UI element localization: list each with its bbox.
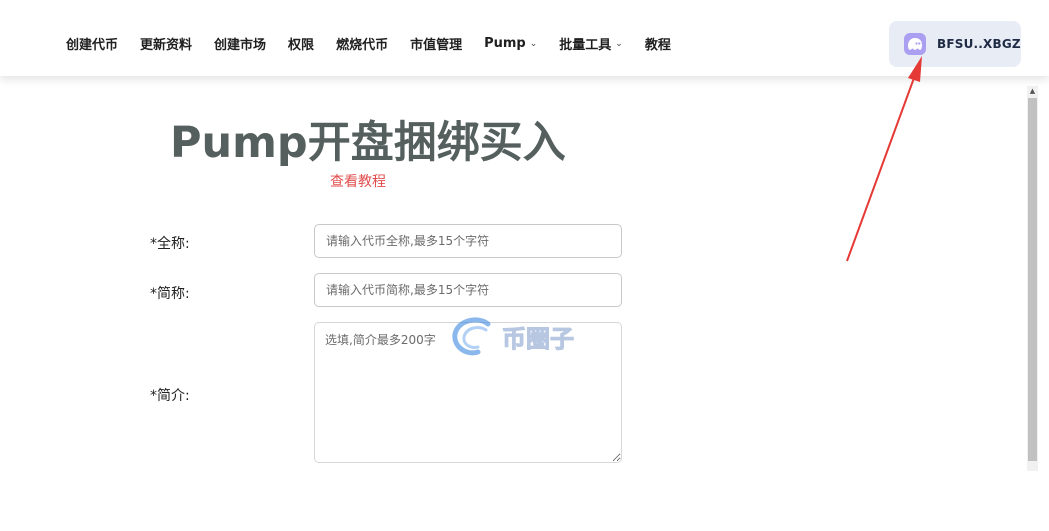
nav-item-permissions[interactable]: 权限 <box>288 34 314 53</box>
full-name-input[interactable] <box>314 224 622 258</box>
nav-item-label: 创建代币 <box>66 38 119 53</box>
circle-logo-icon <box>452 317 491 356</box>
description-label: *简介: <box>150 388 190 404</box>
nav-item-pump[interactable]: Pump ⌄ <box>484 36 537 51</box>
nav-item-batch-tools[interactable]: 批量工具 ⌄ <box>559 34 623 53</box>
nav-item-market-cap[interactable]: 市值管理 <box>410 34 462 53</box>
full-name-label: *全称: <box>150 236 190 252</box>
phantom-ghost-icon <box>904 33 926 55</box>
nav-item-label: 市值管理 <box>410 38 463 53</box>
nav-item-label: 权限 <box>288 38 315 53</box>
page-title: Pump开盘捆绑买入 <box>170 118 566 168</box>
nav-item-label: Pump <box>484 36 526 51</box>
main-nav: 创建代币 更新资料 创建市场 权限 燃烧代币 市值管理 Pump ⌄ 批量工具 ⌄ … <box>66 34 693 53</box>
watermark-text: 币圈子 <box>502 324 575 353</box>
short-name-label: *简称: <box>150 286 190 302</box>
nav-item-update-info[interactable]: 更新资料 <box>140 34 192 53</box>
nav-item-label: 创建市场 <box>214 38 267 53</box>
wallet-button[interactable]: BFSU..XBGZ <box>889 21 1021 67</box>
main-content: Pump开盘捆绑买入 查看教程 *全称: *简称: *简介: 币圈子 <box>0 76 1027 531</box>
wallet-address: BFSU..XBGZ <box>937 37 1021 51</box>
nav-item-create-market[interactable]: 创建市场 <box>214 34 266 53</box>
vertical-scrollbar[interactable]: ▲ <box>1027 86 1038 471</box>
scroll-up-arrow-icon[interactable]: ▲ <box>1027 86 1038 96</box>
short-name-input[interactable] <box>314 273 622 307</box>
scrollbar-thumb[interactable] <box>1028 98 1037 461</box>
top-navbar: 创建代币 更新资料 创建市场 权限 燃烧代币 市值管理 Pump ⌄ 批量工具 ⌄ … <box>0 0 1049 76</box>
nav-item-label: 教程 <box>644 38 671 53</box>
nav-item-label: 更新资料 <box>140 38 193 53</box>
nav-item-burn-token[interactable]: 燃烧代币 <box>336 34 388 53</box>
nav-item-label: 燃烧代币 <box>336 38 389 53</box>
nav-item-label: 批量工具 <box>559 38 612 53</box>
chevron-down-icon: ⌄ <box>529 38 538 49</box>
watermark: 币圈子 <box>448 316 575 356</box>
nav-item-create-token[interactable]: 创建代币 <box>66 34 118 53</box>
view-tutorial-link[interactable]: 查看教程 <box>330 171 386 191</box>
chevron-down-icon: ⌄ <box>615 38 623 49</box>
nav-item-tutorial[interactable]: 教程 <box>645 34 671 53</box>
